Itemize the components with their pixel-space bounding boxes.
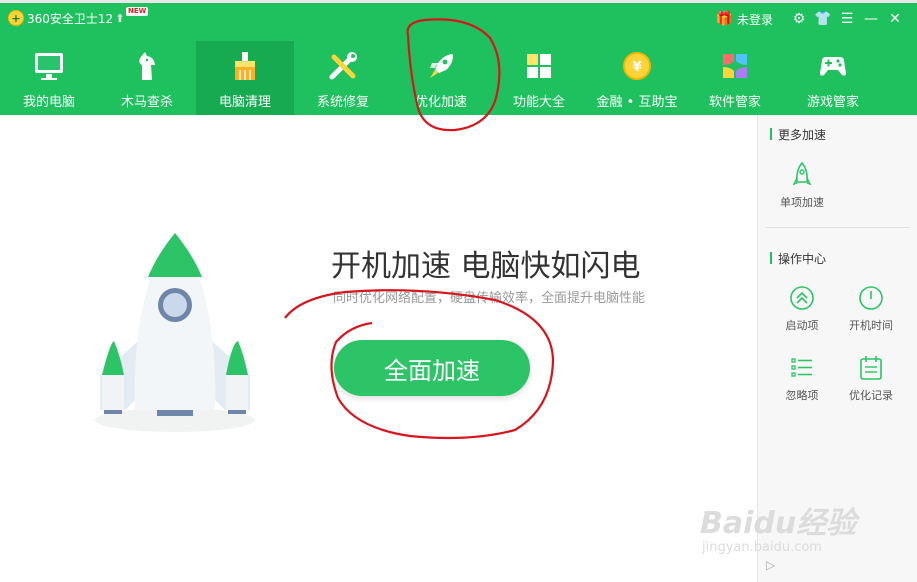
clock-icon [856, 283, 886, 313]
nav-label: 游戏管家 [806, 95, 859, 110]
single-speedup-item[interactable]: 单项加速 [767, 160, 837, 210]
small-rocket-icon [787, 160, 817, 190]
login-link[interactable]: 未登录 [737, 11, 773, 28]
optimize-record-item[interactable]: 优化记录 [836, 353, 906, 403]
ignored-items[interactable]: 忽略项 [767, 353, 837, 403]
close-icon[interactable]: ✕ [883, 11, 907, 27]
nav-label: 电脑清理 [218, 95, 271, 110]
wrench-icon [326, 49, 360, 83]
gamepad-icon [816, 49, 850, 83]
new-badge: NEW [126, 7, 149, 16]
rocket-illustration-icon [95, 233, 255, 432]
nav-label: 我的电脑 [22, 95, 75, 110]
list-icon [787, 353, 817, 383]
nav-optimize-speedup[interactable]: 优化加速 [392, 41, 490, 115]
nav-system-repair[interactable]: 系统修复 [294, 41, 392, 115]
nav-label: 金融 • 互助宝 [596, 95, 678, 110]
app-title: + 360安全卫士12 ⬆ [8, 9, 124, 27]
watermark-url: jingyan.baidu.com [702, 540, 822, 555]
ignored-label: 忽略项 [785, 389, 819, 402]
window-controls: 🎁 未登录 ⚙ 👕 ☰ — ✕ [716, 9, 907, 29]
coin-icon: ¥ [620, 49, 654, 83]
grid-icon [522, 49, 556, 83]
boot-time-item[interactable]: 开机时间 [836, 283, 906, 333]
startup-label: 启动项 [785, 319, 819, 332]
nav-label: 木马查杀 [120, 95, 173, 110]
app-title-text: 360安全卫士12 [27, 11, 114, 26]
upgrade-arrow-icon[interactable]: ⬆ [115, 12, 124, 25]
section-title-text: 操作中心 [778, 251, 827, 266]
nav-finance[interactable]: ¥ 金融 • 互助宝 [588, 41, 686, 115]
watermark-brand: Baidu经验 [700, 506, 857, 541]
speedup-panel: 开机加速 电脑快如闪电 同时优化网络配置，硬盘传输效率，全面提升电脑性能 全面加… [0, 115, 757, 582]
section-title-text: 更多加速 [778, 127, 827, 142]
nav-label: 功能大全 [512, 95, 565, 110]
main-nav: 我的电脑 木马查杀 电脑清理 系统修复 优化加速 功能大全 ¥ 金融 • 互助宝… [0, 41, 917, 115]
more-speedup-title: 更多加速 [770, 126, 826, 142]
brush-icon [228, 49, 262, 83]
single-speedup-label: 单项加速 [780, 196, 824, 209]
section-marker [770, 252, 772, 264]
expand-sidebar-icon[interactable]: ▷ [766, 558, 775, 572]
menu-icon[interactable]: ☰ [835, 11, 859, 27]
startup-icon [787, 283, 817, 313]
nav-label: 系统修复 [316, 95, 369, 110]
ops-center-title: 操作中心 [770, 250, 826, 266]
optimize-record-label: 优化记录 [849, 389, 893, 402]
nav-label: 软件管家 [708, 95, 761, 110]
nav-trojan-scan[interactable]: 木马查杀 [98, 41, 196, 115]
horse-icon [130, 49, 164, 83]
baidu-watermark: Baidu经验 jingyan.baidu.com [700, 498, 900, 555]
boot-time-label: 开机时间 [849, 319, 893, 332]
app-logo-icon: + [8, 10, 24, 26]
monitor-icon [32, 49, 66, 83]
record-icon [856, 353, 886, 383]
skin-shirt-icon[interactable]: 👕 [811, 11, 835, 27]
minimize-icon[interactable]: — [859, 11, 883, 27]
gift-icon[interactable]: 🎁 [716, 11, 733, 27]
startup-items[interactable]: 启动项 [767, 283, 837, 333]
full-speedup-button[interactable]: 全面加速 [334, 340, 530, 396]
section-marker [770, 128, 772, 140]
speedup-subline: 同时优化网络配置，硬盘传输效率，全面提升电脑性能 [333, 291, 646, 306]
speedup-headline: 开机加速 电脑快如闪电 [331, 249, 641, 284]
nav-my-computer[interactable]: 我的电脑 [0, 41, 98, 115]
apps-icon [718, 49, 752, 83]
sidebar-divider [766, 227, 910, 228]
nav-software-manager[interactable]: 软件管家 [686, 41, 784, 115]
nav-all-features[interactable]: 功能大全 [490, 41, 588, 115]
nav-game-manager[interactable]: 游戏管家 [784, 41, 882, 115]
settings-gear-icon[interactable]: ⚙ [787, 11, 811, 27]
rocket-icon [424, 49, 458, 83]
nav-label: 优化加速 [414, 95, 467, 110]
svg-text:¥: ¥ [632, 60, 641, 75]
app-header: + 360安全卫士12 ⬆ NEW 🎁 未登录 ⚙ 👕 ☰ — ✕ 我的电脑 木… [0, 3, 917, 115]
nav-pc-cleanup[interactable]: 电脑清理 [196, 41, 294, 115]
